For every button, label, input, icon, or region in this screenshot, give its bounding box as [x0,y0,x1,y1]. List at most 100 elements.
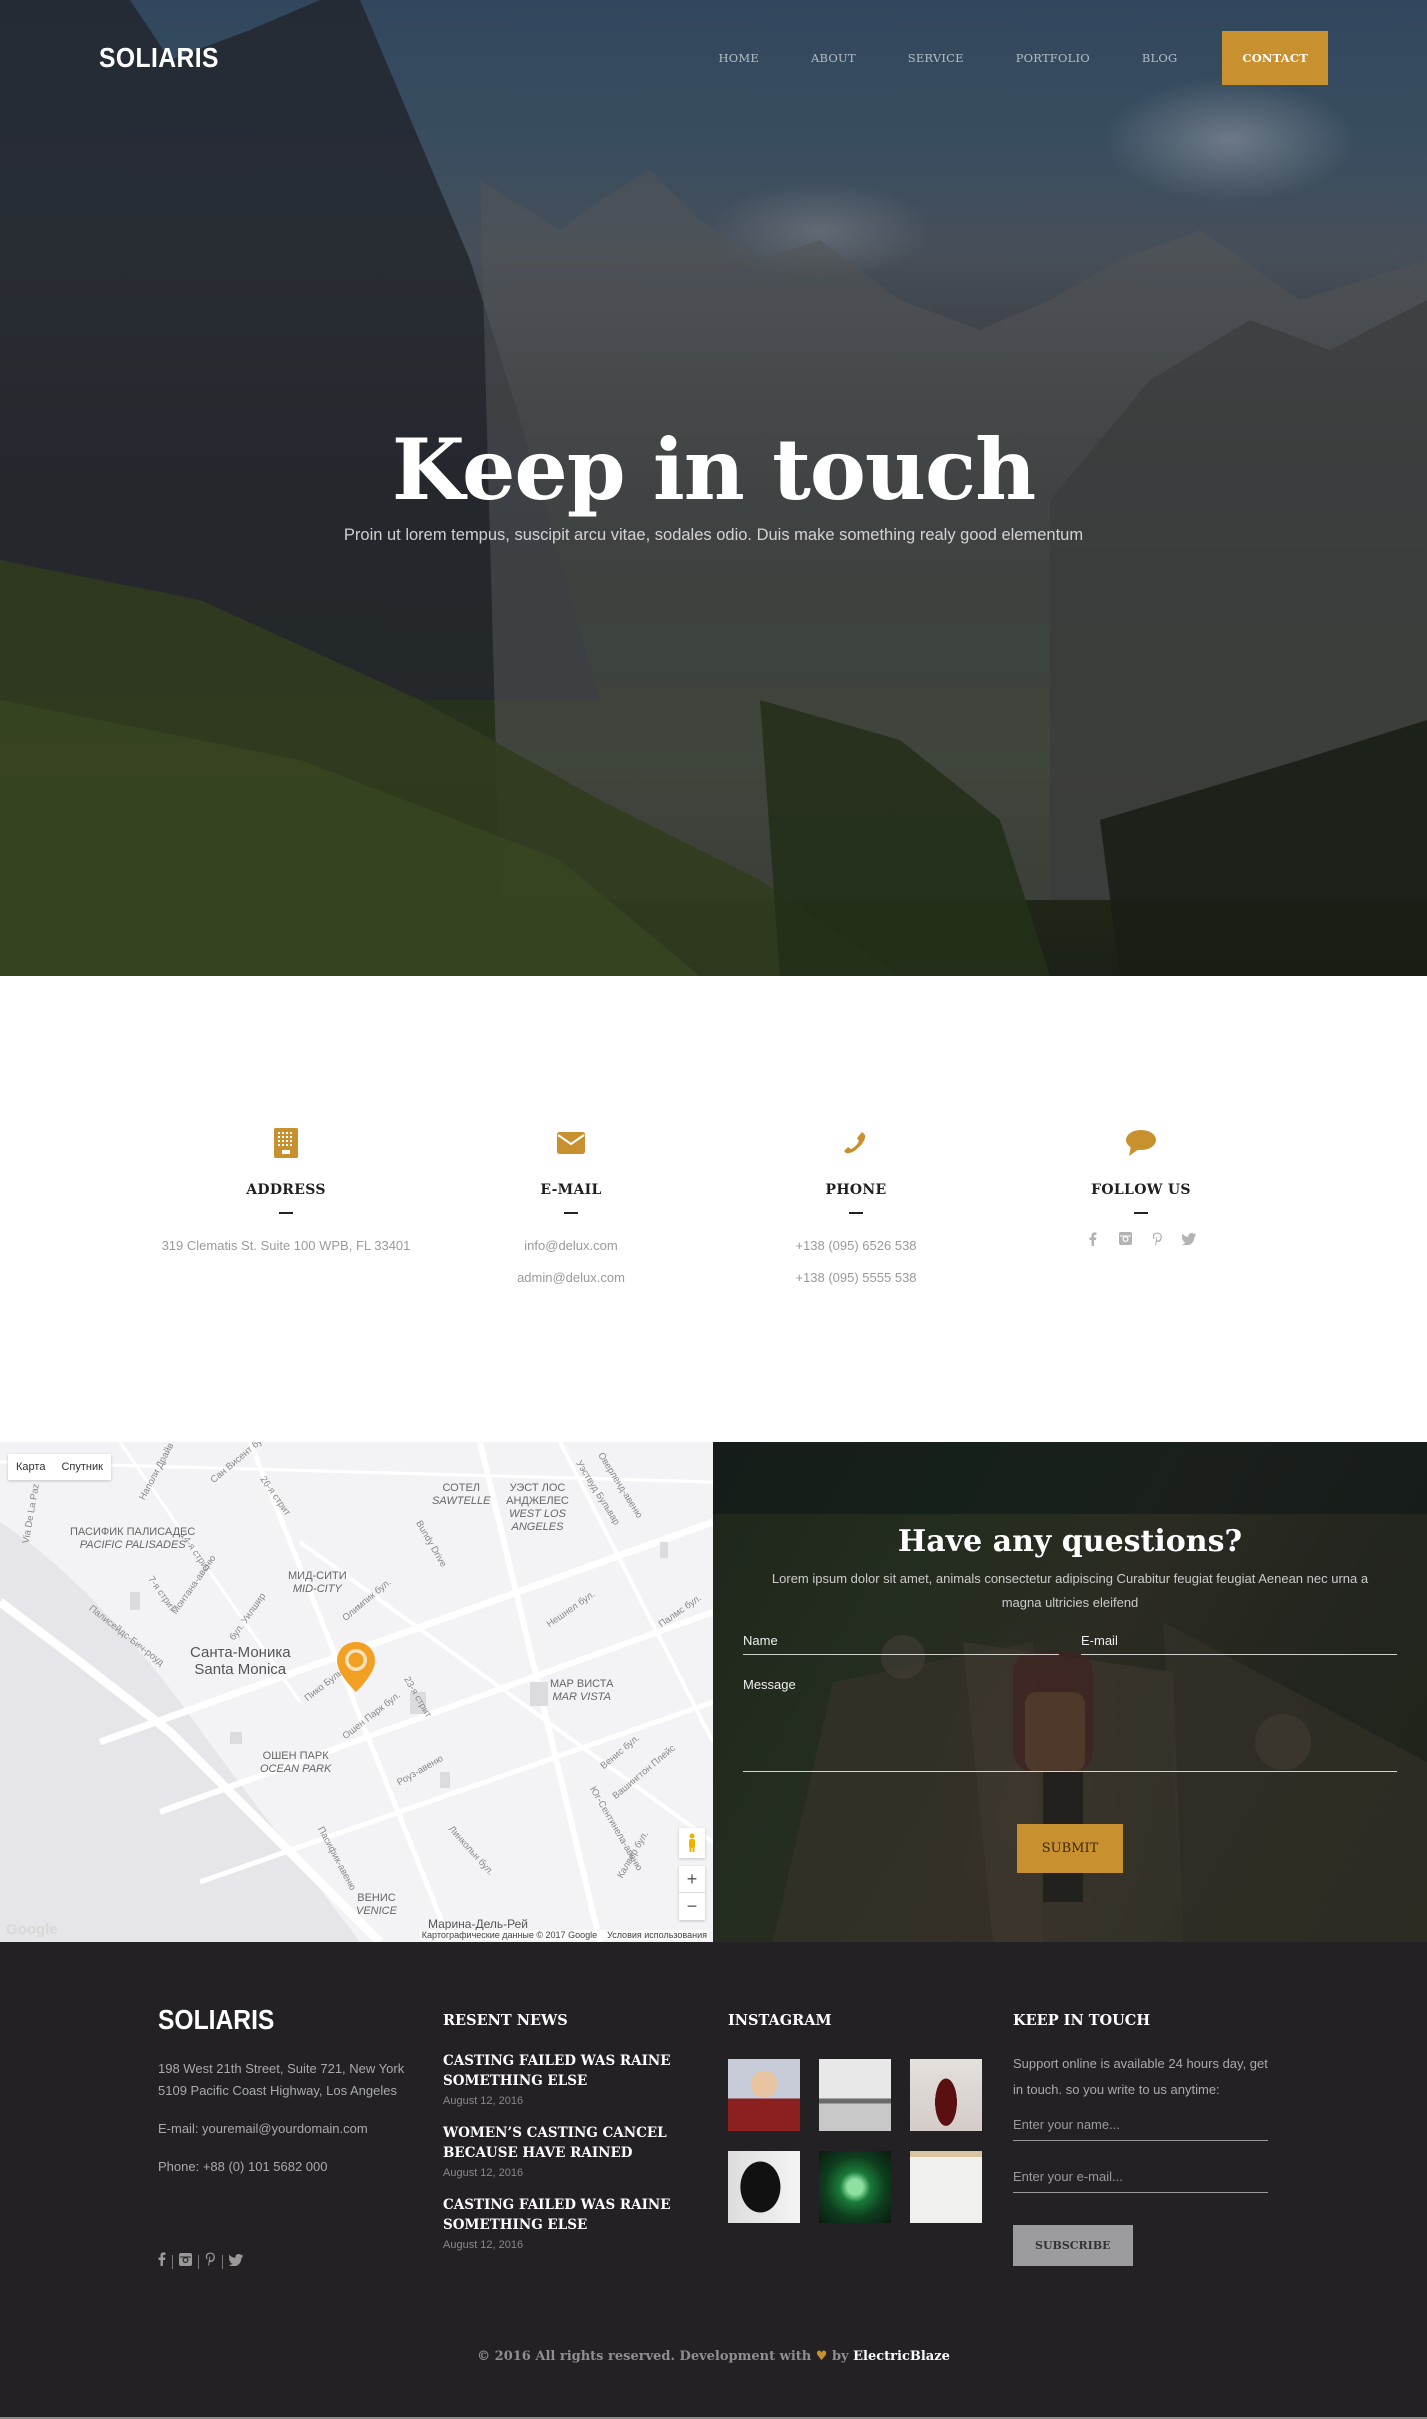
footer-about: SOLIARIS 198 West 21th Street, Suite 721… [158,2004,443,2271]
hero-title: Keep in touch [391,420,1036,519]
map-type-switch: Карта Спутник [8,1454,111,1480]
contact-title: Have any questions? [897,1524,1243,1559]
twitter-icon[interactable] [1180,1230,1198,1248]
newsletter-email-input[interactable]: Enter your e-mail... [1013,2169,1268,2193]
news-item[interactable]: WOMEN’S CASTING CANCEL BECAUSE HAVE RAIN… [443,2123,728,2179]
heart-icon: ♥ [815,2349,828,2364]
map-terms-link[interactable]: Условия использования [607,1930,707,1940]
contact-description: Lorem ipsum dolor sit amet, animals cons… [771,1571,1369,1610]
instagram-icon[interactable] [179,2252,192,2271]
footer: SOLIARIS 198 West 21th Street, Suite 721… [0,1942,1427,2419]
google-map[interactable]: Карта Спутник ПАСИФИК ПАЛИСАДЕС PACIFIC P… [0,1442,713,1942]
facebook-icon[interactable] [1084,1230,1102,1248]
instagram-heading: INSTAGRAM [728,2012,832,2029]
footer-instagram: INSTAGRAM [728,2004,1013,2271]
building-icon [144,1126,429,1160]
instagram-image-bare-trees[interactable] [819,2059,891,2131]
newsletter-name-input[interactable]: Enter your name... [1013,2117,1268,2141]
footer-logo[interactable]: SOLIARIS [158,2004,409,2036]
map-area-label: УЭСТ ЛОС АНДЖЕЛЕС WEST LOS ANGELES [506,1482,569,1533]
news-title[interactable]: CASTING FAILED WAS RAINE SOMETHING ELSE [443,2051,728,2091]
phone-number[interactable]: +138 (095) 6526 538 [714,1230,999,1262]
map-area-label: ОШЕН ПАРК OCEAN PARK [260,1750,332,1775]
contact-form: Have any questions? Lorem ipsum dolor si… [713,1442,1427,1942]
zoom-out-button[interactable]: − [679,1893,705,1920]
map-marker-icon[interactable] [336,1642,376,1697]
info-phone: PHONE +138 (095) 6526 538 +138 (095) 555… [714,1126,999,1442]
map-contact-section: Карта Спутник ПАСИФИК ПАЛИСАДЕС PACIFIC P… [0,1442,1427,1942]
facebook-icon[interactable] [158,2252,166,2271]
contact-info-section: ADDRESS 319 Clematis St. Suite 100 WPB, … [0,976,1427,1442]
pinterest-icon[interactable] [1148,1230,1166,1248]
contact-form-panel: Have any questions? Lorem ipsum dolor si… [713,1442,1427,1942]
footer-news: RESENT NEWS CASTING FAILED WAS RAINE SOM… [443,2004,728,2271]
email-field[interactable]: E-mail [1081,1633,1397,1655]
hero-subtitle: Proin ut lorem tempus, suscipit arcu vit… [343,526,1084,544]
phone-icon [714,1126,999,1160]
instagram-image-candle-jar[interactable] [728,2151,800,2223]
street-view-pegman-icon[interactable] [679,1828,705,1858]
nav-blog[interactable]: BLOG [1142,51,1178,65]
info-title: FOLLOW US [1091,1182,1191,1198]
nav-home[interactable]: HOME [719,51,759,65]
instagram-image-liquor-bottle[interactable] [910,2059,982,2131]
separator [172,2254,173,2269]
subscribe-button[interactable]: SUBSCRIBE [1013,2225,1133,2266]
footer-newsletter: KEEP IN TOUCH Support online is availabl… [1013,2004,1298,2271]
instagram-grid [728,2059,1013,2223]
twitter-icon[interactable] [228,2253,243,2271]
zoom-in-button[interactable]: + [679,1866,705,1893]
nav-contact[interactable]: CONTACT [1222,30,1328,85]
social-links [999,1230,1284,1248]
divider [849,1212,863,1214]
name-field[interactable]: Name [743,1633,1059,1655]
info-title: PHONE [825,1182,887,1198]
divider [279,1212,293,1214]
news-title[interactable]: CASTING FAILED WAS RAINE SOMETHING ELSE [443,2195,728,2235]
instagram-icon[interactable] [1116,1230,1134,1248]
newsletter-text: Support online is available 24 hours day… [1013,2056,1268,2097]
developer-link[interactable]: ElectricBlaze [853,2349,950,2364]
hero-text: Keep in touch Proin ut lorem tempus, sus… [0,420,1427,545]
footer-address: 198 West 21th Street, Suite 721, New Yor… [158,2061,405,2098]
map-type-satellite[interactable]: Спутник [53,1454,110,1480]
instagram-image-notebook-pen[interactable] [910,2151,982,2223]
news-date: August 12, 2016 [443,2095,524,2107]
submit-button[interactable]: SUBMIT [1016,1824,1124,1873]
footer-phone: Phone: +88 (0) 101 5682 000 [158,2159,328,2174]
main-menu: HOME ABOUT SERVICE PORTFOLIO BLOG CONTAC… [667,30,1328,85]
email-link[interactable]: admin@delux.com [429,1262,714,1294]
map-area-label: СОТЕЛ SAWTELLE [432,1482,491,1507]
map-type-map[interactable]: Карта [8,1454,53,1480]
logo[interactable]: SOLIARIS [99,42,219,74]
news-heading: RESENT NEWS [443,2012,568,2029]
footer-email: E-mail: youremail@yourdomain.com [158,2121,368,2136]
message-field[interactable]: Message [743,1677,1397,1772]
separator [198,2254,199,2269]
info-address: ADDRESS 319 Clematis St. Suite 100 WPB, … [144,1126,429,1442]
nav-portfolio[interactable]: PORTFOLIO [1016,51,1090,65]
footer-social-links [158,2252,443,2271]
instagram-image-boy-portrait[interactable] [728,2059,800,2131]
map-area-label: ПАСИФИК ПАЛИСАДЕС PACIFIC PALISADES [70,1526,196,1551]
newsletter-heading: KEEP IN TOUCH [1013,2012,1151,2029]
map-area-label: МАР ВИСТА MAR VISTA [550,1678,614,1703]
nav-about[interactable]: ABOUT [811,51,856,65]
pinterest-icon[interactable] [205,2252,216,2271]
news-item[interactable]: CASTING FAILED WAS RAINE SOMETHING ELSE … [443,2051,728,2107]
contact-name-email-row: Name E-mail [743,1633,1397,1655]
email-link[interactable]: info@delux.com [429,1230,714,1262]
news-item[interactable]: CASTING FAILED WAS RAINE SOMETHING ELSE … [443,2195,728,2251]
divider [1134,1212,1148,1214]
news-date: August 12, 2016 [443,2167,524,2179]
phone-number[interactable]: +138 (095) 5555 538 [714,1262,999,1294]
envelope-icon [429,1126,714,1160]
speech-bubble-icon [999,1126,1284,1160]
instagram-image-green-glass[interactable] [819,2151,891,2223]
google-logo: Google [6,1921,58,1938]
divider [564,1212,578,1214]
map-area-label: МИД-СИТИ MID-CITY [288,1570,347,1595]
nav-service[interactable]: SERVICE [908,51,964,65]
hero-section: SOLIARIS HOME ABOUT SERVICE PORTFOLIO BL… [0,0,1427,976]
news-title[interactable]: WOMEN’S CASTING CANCEL BECAUSE HAVE RAIN… [443,2123,728,2163]
